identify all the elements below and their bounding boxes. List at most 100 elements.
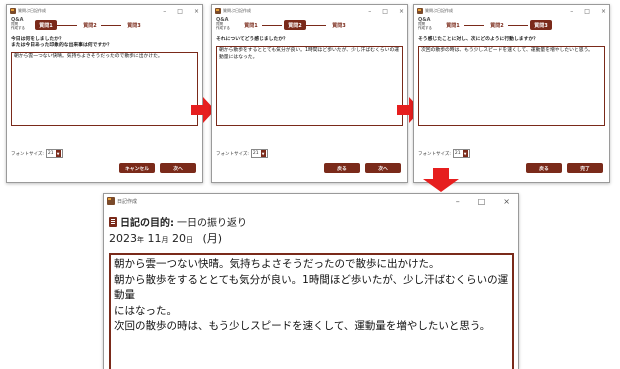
font-size-value: 21 — [252, 151, 259, 156]
diary-line: 朝から散歩をするととても気分が良い。1時間ほど歩いたが、少し汗ばむくらいの運動量 — [114, 273, 509, 302]
step-question-3[interactable]: 質問3 — [328, 20, 350, 30]
question-stepper: Q&A 質問 作成する 質問1 質問2 質問3 — [7, 18, 202, 34]
date-month: 11 — [147, 232, 162, 245]
maximize-icon[interactable]: □ — [382, 8, 388, 15]
step-question-1[interactable]: 質問1 — [240, 20, 262, 30]
question-stepper: Q&A 質問 作成する 質問1 質問2 質問3 — [212, 18, 407, 34]
font-size-control: フォントサイズ: 21 ▼ — [216, 149, 268, 158]
date-weekday: (月) — [202, 232, 223, 245]
close-icon[interactable]: × — [601, 8, 606, 15]
step-connector — [464, 25, 484, 26]
step-question-2[interactable]: 質問2 — [486, 20, 508, 30]
question-text: それについてどう感じましたか？ — [216, 37, 288, 43]
arrow-down-icon — [423, 168, 459, 192]
back-button[interactable]: 戻る — [526, 163, 562, 173]
qa-caption-2: 作成する — [216, 26, 230, 30]
diary-line: 次回の散歩の時は、もう少しスピードを速くして、運動量を増やしたいと思う。 — [114, 320, 491, 332]
answer-textarea[interactable]: 次回の散歩の時は、もう少しスピードを速くして、運動量を増やしたいと思う。 — [418, 46, 605, 126]
app-icon — [215, 8, 221, 14]
font-size-label: フォントサイズ: — [418, 151, 451, 157]
back-button[interactable]: 戻る — [324, 163, 360, 173]
purpose-value: 一日の振り返り — [177, 218, 247, 229]
qa-step-icon: Q&A 質問 作成する — [418, 18, 432, 31]
answer-text: 朝から雲一つない快晴。気持ちよさそうだったので散歩に出かけた。 — [14, 54, 163, 59]
date-day: 20 — [172, 232, 186, 245]
close-icon[interactable]: × — [503, 197, 510, 206]
purpose-label: 日記の目的: — [120, 218, 174, 229]
chevron-down-icon: ▼ — [55, 150, 61, 157]
date-year: 2023 — [109, 232, 137, 245]
chevron-down-icon: ▼ — [260, 150, 266, 157]
maximize-icon[interactable]: □ — [478, 197, 486, 206]
answer-text: 次回の散歩の時は、もう少しスピードを速くして、運動量を増やしたいと思う。 — [421, 48, 593, 53]
minimize-icon[interactable]: – — [163, 8, 166, 15]
title-bar: 質問ぷ日記作成 – □ × — [7, 5, 202, 17]
step-question-1[interactable]: 質問1 — [35, 20, 57, 30]
date-day-unit: 日 — [186, 236, 193, 244]
minimize-icon[interactable]: – — [368, 8, 371, 15]
cancel-button[interactable]: キャンセル — [119, 163, 155, 173]
close-icon[interactable]: × — [399, 8, 404, 15]
font-size-control: フォントサイズ: 21 ▼ — [11, 149, 63, 158]
maximize-icon[interactable]: □ — [177, 8, 183, 15]
step-question-3[interactable]: 質問3 — [530, 20, 552, 30]
font-size-control: フォントサイズ: 21 ▼ — [418, 149, 470, 158]
app-icon — [10, 8, 16, 14]
question-line: それについてどう感じましたか？ — [216, 37, 288, 42]
diary-text-area[interactable]: 朝から雲一つない快晴。気持ちよさそうだったので散歩に出かけた。 朝から散歩をする… — [109, 253, 514, 369]
qa-caption-2: 作成する — [11, 26, 25, 30]
window-title: 日記作成 — [117, 198, 138, 205]
window-title: 質問ぷ日記作成 — [18, 8, 46, 13]
qa-caption-2: 作成する — [418, 26, 432, 30]
date-year-unit: 年 — [137, 236, 144, 244]
answer-textarea[interactable]: 朝から雲一つない快晴。気持ちよさそうだったので散歩に出かけた。 — [11, 52, 198, 126]
step-question-2[interactable]: 質問2 — [79, 20, 101, 30]
window-title: 質問ぷ日記作成 — [223, 8, 251, 13]
diary-line: 朝から雲一つない快晴。気持ちよさそうだったので散歩に出かけた。 — [114, 258, 440, 270]
step-question-3[interactable]: 質問3 — [123, 20, 145, 30]
question-text: そう感じたことに対し、次にどのように行動しますか？ — [418, 37, 538, 43]
font-size-label: フォントサイズ: — [216, 151, 249, 157]
app-icon — [107, 197, 115, 205]
notebook-icon — [109, 216, 117, 227]
title-bar: 質問ぷ日記作成 – □ × — [212, 5, 407, 17]
font-size-select[interactable]: 21 ▼ — [250, 149, 268, 158]
question-stepper: Q&A 質問 作成する 質問1 質問2 質問3 — [414, 18, 609, 34]
answer-text: 朝から散歩をするととても気分が良い。1時間ほど歩いたが、少し汗ばむくらいの運動量… — [219, 48, 400, 60]
font-size-value: 21 — [47, 151, 54, 156]
close-icon[interactable]: × — [194, 8, 199, 15]
minimize-icon[interactable]: – — [570, 8, 573, 15]
qa-step-icon: Q&A 質問 作成する — [216, 18, 230, 31]
diary-date: 2023年 11月 20日 (月) — [109, 230, 222, 246]
step-connector — [262, 25, 282, 26]
answer-textarea[interactable]: 朝から散歩をするととても気分が良い。1時間ほど歩いたが、少し汗ばむくらいの運動量… — [216, 46, 403, 126]
question-line: そう感じたことに対し、次にどのように行動しますか？ — [418, 37, 538, 42]
font-size-value: 21 — [454, 151, 461, 156]
title-bar: 日記作成 – □ × — [104, 194, 518, 208]
next-button[interactable]: 次へ — [365, 163, 401, 173]
step-connector — [508, 25, 528, 26]
minimize-icon[interactable]: – — [456, 197, 460, 206]
next-button[interactable]: 次へ — [160, 163, 196, 173]
diary-line: にはなった。 — [114, 304, 177, 317]
maximize-icon[interactable]: □ — [584, 8, 590, 15]
font-size-label: フォントサイズ: — [11, 151, 44, 157]
diary-window: 日記作成 – □ × 日記の目的: 一日の振り返り 2023年 11月 20日 … — [103, 193, 519, 369]
step-question-2[interactable]: 質問2 — [284, 20, 306, 30]
date-month-unit: 月 — [161, 236, 169, 244]
qa-step-icon: Q&A 質問 作成する — [11, 18, 25, 31]
question-line: または今日あった印象的な出来事は何ですか？ — [11, 43, 112, 48]
step-connector — [306, 25, 326, 26]
font-size-select[interactable]: 21 ▼ — [452, 149, 470, 158]
question-window-3: 質問ぷ日記作成 – □ × Q&A 質問 作成する 質問1 質問2 質問3 そう… — [413, 4, 610, 183]
question-window-2: 質問ぷ日記作成 – □ × Q&A 質問 作成する 質問1 質問2 質問3 それ… — [211, 4, 408, 183]
finish-button[interactable]: 完了 — [567, 163, 603, 173]
question-window-1: 質問ぷ日記作成 – □ × Q&A 質問 作成する 質問1 質問2 質問3 今日… — [6, 4, 203, 183]
step-connector — [101, 25, 121, 26]
step-question-1[interactable]: 質問1 — [442, 20, 464, 30]
window-title: 質問ぷ日記作成 — [425, 8, 453, 13]
font-size-select[interactable]: 21 ▼ — [45, 149, 63, 158]
chevron-down-icon: ▼ — [462, 150, 468, 157]
step-connector — [57, 25, 77, 26]
app-icon — [417, 8, 423, 14]
